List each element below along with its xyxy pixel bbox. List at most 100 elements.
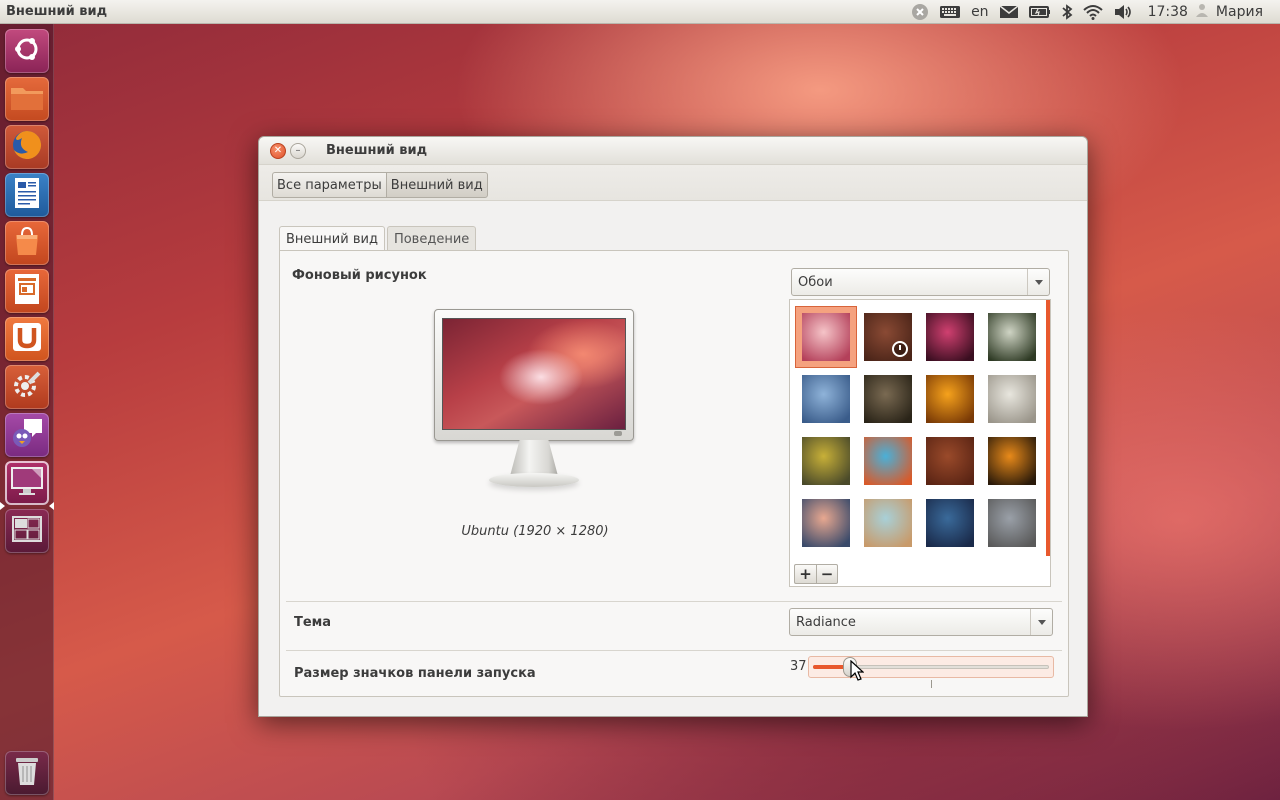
wallpaper-thumb-wallpaper-brown-lizard[interactable] bbox=[926, 437, 974, 485]
battery-icon[interactable] bbox=[1028, 0, 1051, 24]
display-icon bbox=[10, 466, 44, 500]
monitor-led bbox=[614, 431, 622, 436]
wallpaper-thumb-wallpaper-ubuntu[interactable] bbox=[802, 313, 850, 361]
wallpaper-caption: Ubuntu (1920 × 1280) bbox=[461, 524, 609, 539]
bluetooth-icon[interactable] bbox=[1061, 0, 1073, 24]
background-source-value: Обои bbox=[798, 274, 833, 290]
indicator-area: en 17:38 Мария bbox=[906, 0, 1280, 24]
monitor-frame bbox=[434, 309, 634, 441]
launcher-appearance[interactable] bbox=[5, 461, 49, 505]
breadcrumb: Все параметры Внешний вид bbox=[272, 172, 488, 198]
launcher-dash-home[interactable] bbox=[5, 29, 49, 73]
chat-icon bbox=[10, 417, 44, 453]
launcher-files[interactable] bbox=[5, 77, 49, 121]
ubuntu-one-icon bbox=[12, 322, 42, 356]
theme-value: Radiance bbox=[796, 614, 856, 630]
tab-content-panel: Фоновый рисунок Ubuntu (1920 × 1280) Обо… bbox=[279, 250, 1069, 697]
icon-size-slider[interactable] bbox=[808, 656, 1054, 678]
settings-wrench-icon bbox=[11, 369, 43, 405]
monitor-base bbox=[489, 473, 579, 487]
wallpaper-thumb-wallpaper-sunset[interactable] bbox=[802, 499, 850, 547]
icon-size-value: 37 bbox=[790, 659, 807, 674]
top-panel: Внешний вид en 17:38 Мария bbox=[0, 0, 1280, 24]
breadcrumb-appearance[interactable]: Внешний вид bbox=[385, 172, 488, 198]
wallpaper-preview bbox=[434, 309, 634, 499]
launcher-software-center[interactable] bbox=[5, 221, 49, 265]
launcher-trash[interactable] bbox=[5, 751, 49, 795]
tab-bar: Внешний вид Поведение bbox=[279, 226, 478, 252]
window-toolbar: Все параметры Внешний вид bbox=[259, 165, 1087, 201]
wallpaper-thumb-wallpaper-blue-tiles[interactable] bbox=[926, 499, 974, 547]
window-titlebar[interactable]: ✕ – Внешний вид bbox=[259, 137, 1087, 165]
gallery-buttons: + − bbox=[794, 564, 838, 584]
close-icon: ✕ bbox=[273, 145, 283, 156]
launcher bbox=[0, 24, 54, 800]
tab-appearance[interactable]: Внешний вид bbox=[279, 226, 385, 252]
wallpaper-thumb-wallpaper-orange-flower[interactable] bbox=[926, 375, 974, 423]
launcher-workspace-switcher[interactable] bbox=[5, 509, 49, 553]
background-source-select[interactable]: Обои bbox=[791, 268, 1050, 296]
breadcrumb-all-settings[interactable]: Все параметры bbox=[272, 172, 386, 198]
monitor-screen bbox=[442, 318, 626, 430]
separator bbox=[286, 601, 1062, 602]
remove-wallpaper-button[interactable]: − bbox=[816, 564, 838, 584]
launcher-impress[interactable] bbox=[5, 269, 49, 313]
wallpaper-thumb-wallpaper-brown-bokeh[interactable] bbox=[864, 375, 912, 423]
gallery-scrollbar[interactable] bbox=[1046, 300, 1050, 556]
window-close-button[interactable]: ✕ bbox=[270, 142, 286, 159]
launcher-ubuntu-one[interactable] bbox=[5, 317, 49, 361]
monitor-stand bbox=[510, 440, 558, 476]
close-x-icon[interactable] bbox=[911, 0, 929, 24]
theme-select[interactable]: Radiance bbox=[789, 608, 1053, 636]
wallpaper-grid bbox=[790, 300, 1046, 556]
mail-icon[interactable] bbox=[999, 0, 1019, 24]
wallpaper-thumb-wallpaper-graffiti[interactable] bbox=[864, 437, 912, 485]
launcher-firefox[interactable] bbox=[5, 125, 49, 169]
workspace-icon bbox=[12, 516, 42, 546]
running-indicator bbox=[0, 502, 5, 510]
wallpaper-thumb-wallpaper-blue-buds[interactable] bbox=[802, 375, 850, 423]
separator bbox=[286, 650, 1062, 651]
launcher-icon-size-label: Размер значков панели запуска bbox=[294, 666, 536, 681]
shopping-bag-icon bbox=[11, 225, 43, 261]
appearance-window: ✕ – Внешний вид Все параметры Внешний ви… bbox=[258, 136, 1088, 717]
wallpaper-thumb-wallpaper-bridge[interactable] bbox=[864, 499, 912, 547]
trash-icon bbox=[13, 755, 41, 791]
clock-icon bbox=[892, 341, 908, 357]
minimize-icon: – bbox=[295, 145, 301, 156]
user-name: Мария bbox=[1215, 3, 1263, 20]
presentation-icon bbox=[14, 273, 40, 309]
folder-icon bbox=[9, 82, 45, 116]
active-app-title: Внешний вид bbox=[6, 4, 108, 19]
tab-behavior[interactable]: Поведение bbox=[386, 226, 477, 251]
wallpaper-thumb-wallpaper-slideshow[interactable] bbox=[864, 313, 912, 361]
wifi-icon[interactable] bbox=[1082, 0, 1103, 24]
keyboard-layout[interactable]: en bbox=[971, 4, 989, 20]
wallpaper-gallery: + − bbox=[789, 299, 1051, 587]
dropdown-arrow-icon bbox=[1027, 269, 1049, 295]
user-menu[interactable]: Мария bbox=[1195, 3, 1268, 21]
window-minimize-button[interactable]: – bbox=[290, 142, 306, 159]
window-title: Внешний вид bbox=[326, 143, 428, 158]
wallpaper-thumb-wallpaper-ferris-wheel[interactable] bbox=[988, 375, 1036, 423]
clock[interactable]: 17:38 bbox=[1148, 4, 1188, 20]
background-section-label: Фоновый рисунок bbox=[292, 268, 427, 283]
wallpaper-thumb-wallpaper-yellow-flower[interactable] bbox=[802, 437, 850, 485]
launcher-writer[interactable] bbox=[5, 173, 49, 217]
launcher-empathy[interactable] bbox=[5, 413, 49, 457]
dropdown-arrow-icon bbox=[1030, 609, 1052, 635]
ubuntu-logo-icon bbox=[12, 34, 42, 68]
firefox-icon bbox=[10, 128, 44, 166]
wallpaper-thumb-wallpaper-white-flowers[interactable] bbox=[988, 313, 1036, 361]
keyboard-icon[interactable] bbox=[939, 0, 961, 24]
launcher-system-settings[interactable] bbox=[5, 365, 49, 409]
focus-indicator bbox=[49, 502, 54, 510]
user-icon bbox=[1195, 3, 1208, 21]
wallpaper-thumb-wallpaper-flower-pink[interactable] bbox=[926, 313, 974, 361]
wallpaper-thumb-wallpaper-orange-circle[interactable] bbox=[988, 437, 1036, 485]
wallpaper-thumb-wallpaper-grey-branch[interactable] bbox=[988, 499, 1036, 547]
volume-icon[interactable] bbox=[1113, 0, 1133, 24]
slider-tick-mark bbox=[931, 680, 932, 688]
document-icon bbox=[14, 177, 40, 213]
add-wallpaper-button[interactable]: + bbox=[794, 564, 816, 584]
